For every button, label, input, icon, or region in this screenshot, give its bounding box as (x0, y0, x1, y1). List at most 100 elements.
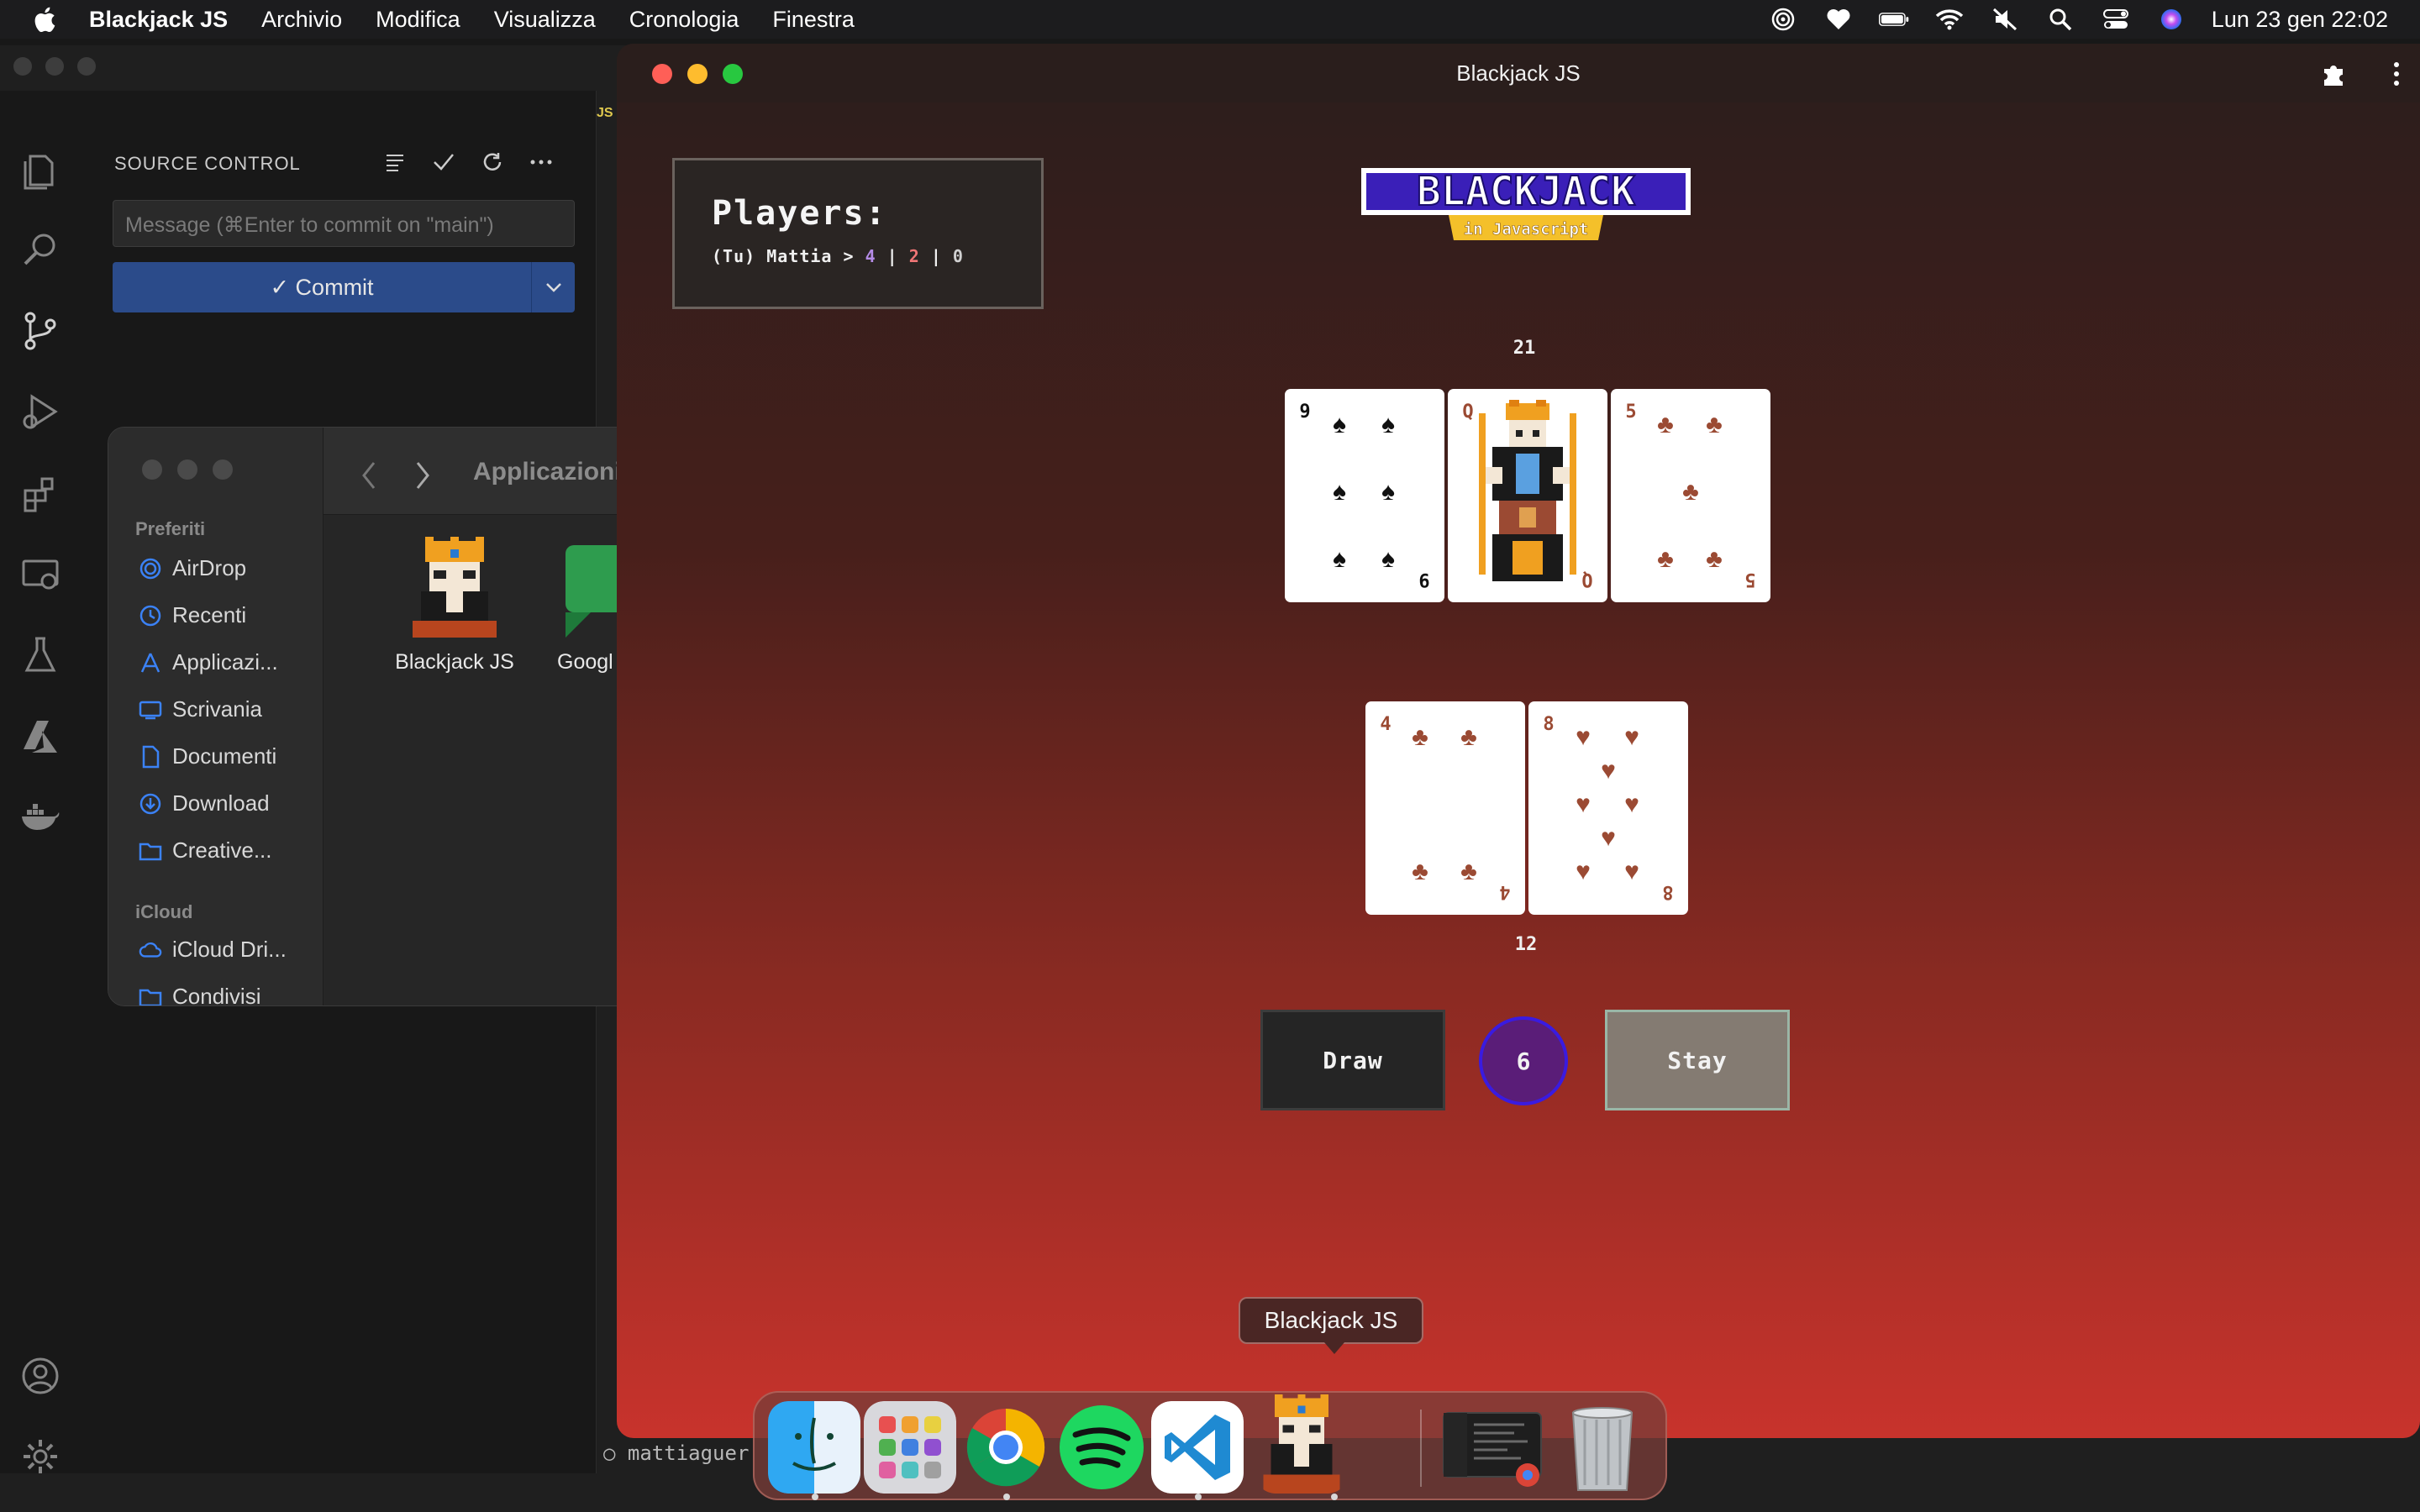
commit-check-icon[interactable] (431, 150, 456, 175)
blackjack-logo: BLACKJACK in Javascript (1361, 167, 1691, 240)
menu-app-name[interactable]: Blackjack JS (89, 7, 228, 33)
menu-archivio[interactable]: Archivio (261, 7, 342, 33)
sound-muted-icon[interactable] (1990, 7, 2020, 32)
menu-bar: Blackjack JS Archivio Modifica Visualizz… (0, 0, 2420, 39)
dock-tooltip: Blackjack JS (1239, 1297, 1423, 1354)
menu-modifica[interactable]: Modifica (376, 7, 460, 33)
spotify-dock-icon[interactable] (1055, 1401, 1148, 1494)
extensions-icon[interactable] (20, 474, 60, 514)
menu-visualizza[interactable]: Visualizza (494, 7, 596, 33)
finder-close-button[interactable] (142, 459, 162, 480)
blackjack-window: Blackjack JS Players: (Tu) Mattia > 4 | … (617, 44, 2420, 1438)
finder-item-airdrop[interactable]: AirDrop (139, 555, 246, 581)
testing-icon[interactable] (20, 635, 60, 675)
settings-gear-icon[interactable] (20, 1436, 60, 1477)
dock-separator (1420, 1410, 1422, 1487)
wifi-icon[interactable] (1934, 7, 1965, 32)
vscode-traffic-lights (13, 57, 96, 76)
finder-item-recenti[interactable]: Recenti (139, 602, 246, 628)
finder-item-scrivania[interactable]: Scrivania (139, 696, 262, 722)
chrome-running-dot (1003, 1494, 1010, 1500)
players-title: Players: (712, 194, 887, 233)
heart-tray-icon[interactable] (1823, 7, 1854, 32)
finder-item-condivisi[interactable]: Condivisi (139, 984, 261, 1005)
close-button[interactable] (652, 64, 672, 84)
finder-item-applicazioni[interactable]: Applicazi... (139, 649, 278, 675)
run-debug-icon[interactable] (20, 391, 60, 432)
battery-icon[interactable] (1878, 7, 1909, 32)
commit-message-input[interactable]: Message (⌘Enter to commit on "main") (113, 200, 575, 247)
docker-icon[interactable] (20, 796, 60, 837)
kebab-menu-icon[interactable] (2388, 60, 2405, 87)
applications-icon (139, 651, 162, 675)
finder-item-download[interactable]: Download (139, 790, 270, 816)
finder-zoom-button[interactable] (213, 459, 233, 480)
dealer-card-3: 5 5 ♣ ♣ ♣ ♣ ♣ (1613, 391, 1768, 600)
window-title: Blackjack JS (1456, 60, 1581, 86)
source-control-icon[interactable] (20, 311, 60, 351)
commit-dropdown-chevron-icon[interactable] (531, 262, 575, 312)
shared-folder-icon (139, 985, 162, 1005)
editor-tab-js-badge[interactable]: JS (597, 106, 613, 121)
blackjack-app-icon (413, 537, 497, 638)
vscode-dock-icon[interactable] (1151, 1401, 1244, 1494)
folder-icon (139, 839, 162, 863)
launchpad-dock-icon[interactable] (864, 1401, 956, 1494)
queen-face-art (1479, 400, 1576, 581)
search-icon[interactable] (20, 230, 60, 270)
airdrop-tray-icon[interactable] (1768, 7, 1798, 32)
players-panel: Players: (Tu) Mattia > 4 | 2 | 0 (672, 158, 1044, 309)
svg-text:BLACKJACK: BLACKJACK (1417, 168, 1635, 215)
view-as-tree-icon[interactable] (382, 150, 408, 175)
control-center-icon[interactable] (2101, 7, 2131, 32)
menu-finestra[interactable]: Finestra (772, 7, 855, 33)
draw-button[interactable]: Draw (1260, 1010, 1445, 1110)
player-score: 12 (1514, 934, 1538, 955)
player-row: (Tu) Mattia > 4 | 2 | 0 (712, 246, 964, 266)
azure-icon[interactable] (20, 716, 60, 756)
finder-minimize-button[interactable] (177, 459, 197, 480)
finder-section-favorites: Preferiti (135, 518, 206, 539)
clock-icon (139, 604, 162, 627)
finder-item-icloud-drive[interactable]: iCloud Dri... (139, 937, 287, 963)
finder-dock-icon[interactable] (768, 1401, 860, 1494)
forward-chevron-icon[interactable] (414, 461, 431, 490)
activity-bar (0, 91, 81, 1473)
blackjack-titlebar: Blackjack JS (617, 44, 2420, 102)
dealer-card-1: 9 9 ♠ ♠ ♠ ♠ ♠ ♠ (1287, 391, 1442, 600)
zoom-button[interactable] (723, 64, 743, 84)
dealer-card-2-queen: Q Q (1450, 391, 1605, 600)
apple-icon[interactable] (32, 5, 57, 34)
dealer-score: 21 (1512, 338, 1536, 359)
card-count-badge: 6 (1479, 1016, 1568, 1105)
player-losses: 2 (908, 246, 920, 266)
cloud-icon (139, 938, 162, 962)
spotlight-search-icon[interactable] (2045, 7, 2075, 32)
finder-item-documenti[interactable]: Documenti (139, 743, 276, 769)
vscode-zoom-button[interactable] (77, 57, 96, 76)
document-icon (139, 745, 162, 769)
chrome-window-dock-icon[interactable] (1440, 1401, 1544, 1494)
minimize-button[interactable] (687, 64, 708, 84)
refresh-icon[interactable] (480, 150, 505, 175)
finder-item-creative[interactable]: Creative... (139, 837, 272, 864)
puzzle-extension-icon[interactable] (2321, 60, 2348, 87)
account-icon[interactable] (20, 1356, 60, 1396)
commit-button[interactable]: ✓ Commit (113, 262, 575, 312)
finder-file-blackjack[interactable]: Blackjack JS (362, 537, 547, 675)
siri-icon[interactable] (2156, 7, 2186, 32)
svg-text:in Javascript: in Javascript (1464, 220, 1589, 239)
stay-button[interactable]: Stay (1605, 1010, 1790, 1110)
vscode-minimize-button[interactable] (45, 57, 64, 76)
more-actions-icon[interactable] (529, 150, 554, 175)
menubar-datetime[interactable]: Lun 23 gen 22:02 (2212, 7, 2388, 33)
trash-dock-icon[interactable] (1556, 1401, 1649, 1494)
remote-explorer-icon[interactable] (20, 554, 60, 595)
explorer-icon[interactable] (20, 151, 60, 192)
menu-cronologia[interactable]: Cronologia (629, 7, 739, 33)
blackjack-running-dot (1331, 1494, 1338, 1500)
chrome-dock-icon[interactable] (960, 1401, 1052, 1494)
vscode-close-button[interactable] (13, 57, 32, 76)
back-chevron-icon[interactable] (360, 461, 377, 490)
blackjack-dock-icon[interactable] (1255, 1394, 1348, 1494)
